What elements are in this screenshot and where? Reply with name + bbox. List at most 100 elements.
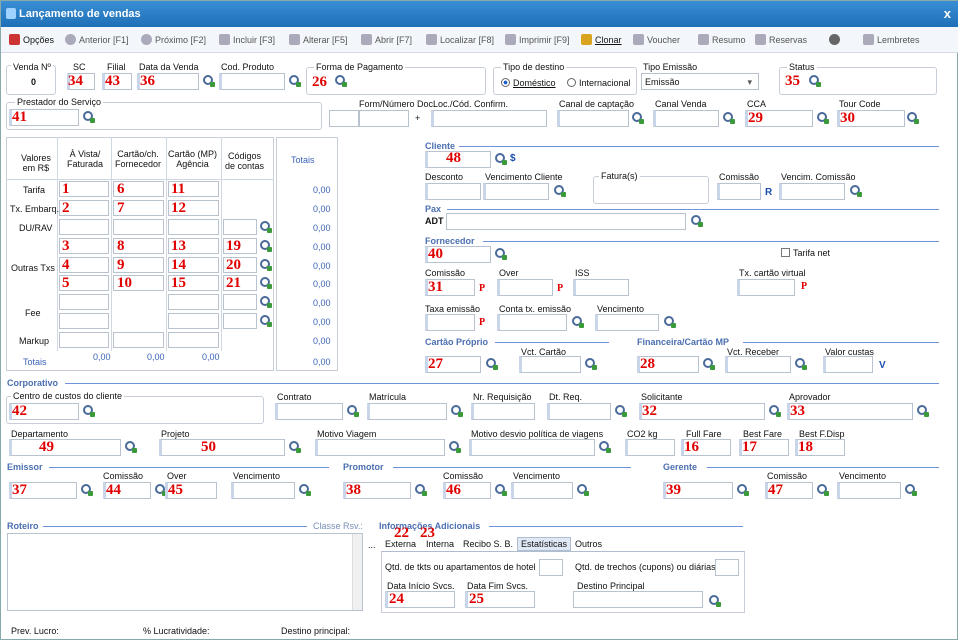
itinerary-scrollbar[interactable] — [352, 534, 362, 610]
search-icon[interactable] — [795, 358, 807, 370]
receivable-due-field[interactable] — [725, 356, 791, 373]
attach-button[interactable] — [829, 34, 843, 45]
search-icon[interactable] — [289, 75, 301, 87]
tab-receipt[interactable]: Recibo S. B. — [463, 539, 513, 549]
search-icon[interactable] — [260, 221, 272, 233]
policy-deviation-field[interactable] — [469, 439, 595, 456]
search-icon[interactable] — [81, 484, 93, 496]
search-icon[interactable] — [905, 484, 917, 496]
promoter-due-field[interactable] — [511, 482, 573, 499]
tickets-qty-field[interactable] — [539, 559, 563, 576]
net-fare-checkbox[interactable]: Tarifa net — [781, 248, 830, 258]
du-cash-field[interactable] — [59, 219, 109, 235]
sales-channel-field[interactable] — [653, 110, 719, 127]
markup-cash-field[interactable] — [59, 332, 109, 348]
search-icon[interactable] — [917, 405, 929, 417]
print-button[interactable]: Imprimir [F9] — [505, 34, 570, 45]
segments-qty-field[interactable] — [715, 559, 739, 576]
markup-supplier-field[interactable] — [113, 332, 164, 348]
project-field[interactable] — [159, 439, 285, 456]
card-due-field[interactable] — [519, 356, 581, 373]
pax-field[interactable] — [446, 213, 686, 230]
approver-field[interactable] — [787, 403, 913, 420]
fee1-cash-field[interactable] — [59, 294, 109, 310]
search-icon[interactable] — [632, 112, 644, 124]
capture-channel-field[interactable] — [557, 110, 629, 127]
commission-r-button[interactable]: R — [765, 187, 772, 198]
emission-fee-p-button[interactable]: P — [479, 317, 485, 328]
search-icon[interactable] — [615, 405, 627, 417]
edit-button[interactable]: Alterar [F5] — [289, 34, 348, 45]
search-icon[interactable] — [769, 405, 781, 417]
search-icon[interactable] — [260, 315, 272, 327]
itinerary-textarea[interactable] — [7, 533, 363, 611]
search-icon[interactable] — [260, 259, 272, 271]
search-icon[interactable] — [703, 358, 715, 370]
iss-field[interactable] — [573, 279, 629, 296]
voucher-button[interactable]: Voucher — [633, 34, 680, 45]
search-icon[interactable] — [289, 441, 301, 453]
emission-fee-account-field[interactable] — [497, 314, 567, 331]
search-icon[interactable] — [809, 75, 821, 87]
search-icon[interactable] — [737, 484, 749, 496]
search-icon[interactable] — [664, 316, 676, 328]
request-date-field[interactable] — [547, 403, 611, 420]
search-icon[interactable] — [817, 112, 829, 124]
travel-reason-field[interactable] — [315, 439, 445, 456]
search-icon[interactable] — [335, 75, 347, 87]
co2-field[interactable] — [625, 439, 675, 456]
virtual-card-fee-field[interactable] — [737, 279, 795, 296]
next-button[interactable]: Próximo [F2] — [141, 34, 206, 45]
manager-due-field[interactable] — [837, 482, 901, 499]
markup-agency-field[interactable] — [168, 332, 219, 348]
search-icon[interactable] — [599, 441, 611, 453]
fee2-account-field[interactable] — [223, 313, 257, 329]
fee1-account-field[interactable] — [223, 294, 257, 310]
domestic-radio[interactable]: Doméstico — [501, 78, 556, 88]
search-icon[interactable] — [83, 405, 95, 417]
search-icon[interactable] — [495, 484, 507, 496]
reservations-button[interactable]: Reservas — [755, 34, 807, 45]
search-icon[interactable] — [572, 316, 584, 328]
loc-field[interactable] — [431, 110, 547, 127]
more-button[interactable]: ... — [368, 540, 376, 550]
search-icon[interactable] — [260, 296, 272, 308]
search-icon[interactable] — [495, 153, 507, 165]
client-commission-field[interactable] — [717, 183, 761, 200]
doc-number-field[interactable] — [359, 110, 409, 127]
search-icon[interactable] — [907, 112, 919, 124]
summary-button[interactable]: Resumo — [698, 34, 746, 45]
request-number-field[interactable] — [471, 403, 535, 420]
issuer-due-field[interactable] — [231, 482, 295, 499]
search-icon[interactable] — [495, 248, 507, 260]
search-icon[interactable] — [83, 111, 95, 123]
clone-button[interactable]: Clonar — [581, 34, 622, 45]
search-icon[interactable] — [451, 405, 463, 417]
du-agency-field[interactable] — [168, 219, 219, 235]
emission-type-select[interactable]: Emissão ▾ — [641, 73, 759, 90]
include-button[interactable]: Incluir [F3] — [219, 34, 275, 45]
close-button[interactable]: x — [944, 6, 951, 21]
search-icon[interactable] — [125, 441, 137, 453]
over-field[interactable] — [497, 279, 553, 296]
search-icon[interactable] — [203, 75, 215, 87]
form-field[interactable] — [329, 110, 359, 127]
search-icon[interactable] — [347, 405, 359, 417]
options-button[interactable]: Opções — [9, 34, 54, 45]
tab-external[interactable]: Externa — [385, 539, 416, 549]
previous-button[interactable]: Anterior [F1] — [65, 34, 129, 45]
discount-field[interactable] — [425, 183, 481, 200]
requester-field[interactable] — [639, 403, 765, 420]
international-radio[interactable]: Internacional — [567, 78, 631, 88]
reminders-button[interactable]: Lembretes — [863, 34, 920, 45]
tab-statistics[interactable]: Estatísticas — [517, 537, 572, 551]
registration-field[interactable] — [367, 403, 447, 420]
main-destination-field[interactable] — [573, 591, 703, 608]
search-icon[interactable] — [577, 484, 589, 496]
fee1-agency-field[interactable] — [168, 294, 219, 310]
search-button[interactable]: Localizar [F8] — [426, 34, 494, 45]
du-account-field[interactable] — [223, 219, 257, 235]
virtual-card-p-button[interactable]: P — [801, 281, 807, 292]
client-due-field[interactable] — [483, 183, 549, 200]
fee2-agency-field[interactable] — [168, 313, 219, 329]
